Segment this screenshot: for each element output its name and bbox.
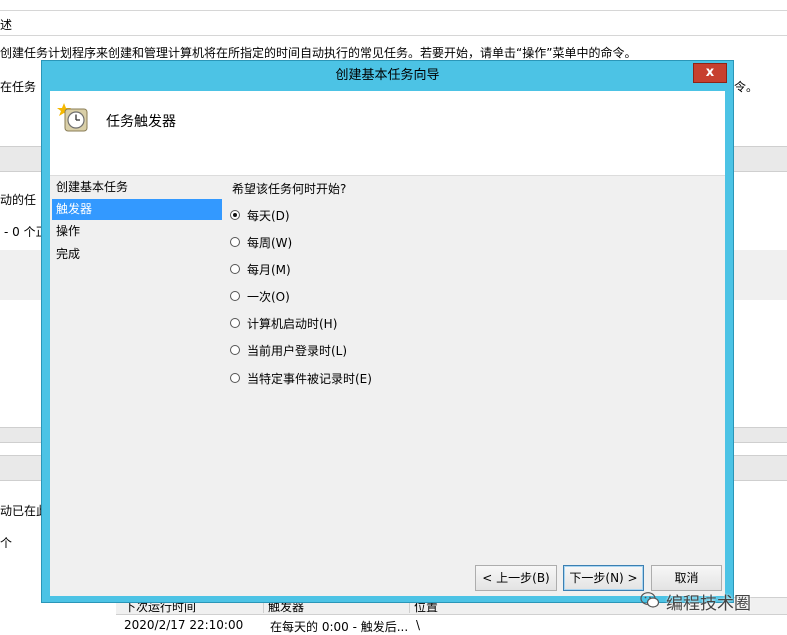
radio-button[interactable] xyxy=(230,345,240,355)
background-status-fragment: 动的任 xyxy=(0,193,37,207)
background-heading-fragment: 述 xyxy=(0,18,13,32)
background-active-count: 个 xyxy=(0,536,13,550)
next-button[interactable]: 下一步(N) > xyxy=(563,565,644,591)
divider xyxy=(0,35,787,36)
step-create-basic-task[interactable]: 创建基本任务 xyxy=(52,177,222,198)
background-top-bar xyxy=(0,0,787,11)
background-description-partial: 在任务 xyxy=(0,80,37,94)
wechat-icon xyxy=(640,592,660,608)
radio-button[interactable] xyxy=(230,373,240,383)
radio-label: 每周(W) xyxy=(247,236,293,250)
cell-next-run: 2020/2/17 22:10:00 xyxy=(124,618,244,632)
radio-button[interactable] xyxy=(230,237,240,247)
radio-label: 当前用户登录时(L) xyxy=(247,344,348,358)
cancel-button[interactable]: 取消 xyxy=(651,565,722,591)
back-button[interactable]: < 上一步(B) xyxy=(475,565,557,591)
task-clock-icon xyxy=(57,103,88,132)
radio-button[interactable] xyxy=(230,291,240,301)
question-label: 希望该任务何时开始? xyxy=(232,182,347,196)
radio-button[interactable] xyxy=(230,318,240,328)
radio-label: 当特定事件被记录时(E) xyxy=(247,372,372,386)
cell-location: \ xyxy=(416,618,421,632)
trigger-options-panel: 希望该任务何时开始? 每天(D) 每周(W) 每月(M) 一次(O) 计算机启动… xyxy=(230,176,725,596)
radio-label: 计算机启动时(H) xyxy=(247,317,338,331)
radio-label: 每月(M) xyxy=(247,263,291,277)
wizard-step-list: 创建基本任务 触发器 操作 完成 xyxy=(50,176,222,596)
step-trigger[interactable]: 触发器 xyxy=(52,199,222,220)
background-right-fragment: 令。 xyxy=(734,80,759,94)
watermark-text: 编程技术圈 xyxy=(666,594,751,614)
wizard-client-area: 任务触发器 创建基本任务 触发器 操作 完成 希望该任务何时开始? 每天(D) … xyxy=(50,91,725,596)
background-description: 创建任务计划程序来创建和管理计算机将在所指定的时间自动执行的常见任务。若要开始，… xyxy=(0,46,637,60)
cell-trigger: 在每天的 0:00 - 触发后... xyxy=(270,620,409,634)
radio-label: 每天(D) xyxy=(247,209,290,223)
radio-label: 一次(O) xyxy=(247,290,290,304)
close-button[interactable]: x xyxy=(693,63,727,83)
wizard-window: 创建基本任务向导 x 任务触发器 创建基本任务 触发器 操作 完成 希望该任务何… xyxy=(41,60,734,603)
radio-button[interactable] xyxy=(230,264,240,274)
page-title: 任务触发器 xyxy=(106,114,176,130)
step-action[interactable]: 操作 xyxy=(52,221,222,242)
window-title: 创建基本任务向导 xyxy=(335,68,440,83)
wizard-header: 任务触发器 xyxy=(50,91,725,176)
radio-button-checked[interactable] xyxy=(230,210,240,220)
step-finish[interactable]: 完成 xyxy=(52,244,222,265)
